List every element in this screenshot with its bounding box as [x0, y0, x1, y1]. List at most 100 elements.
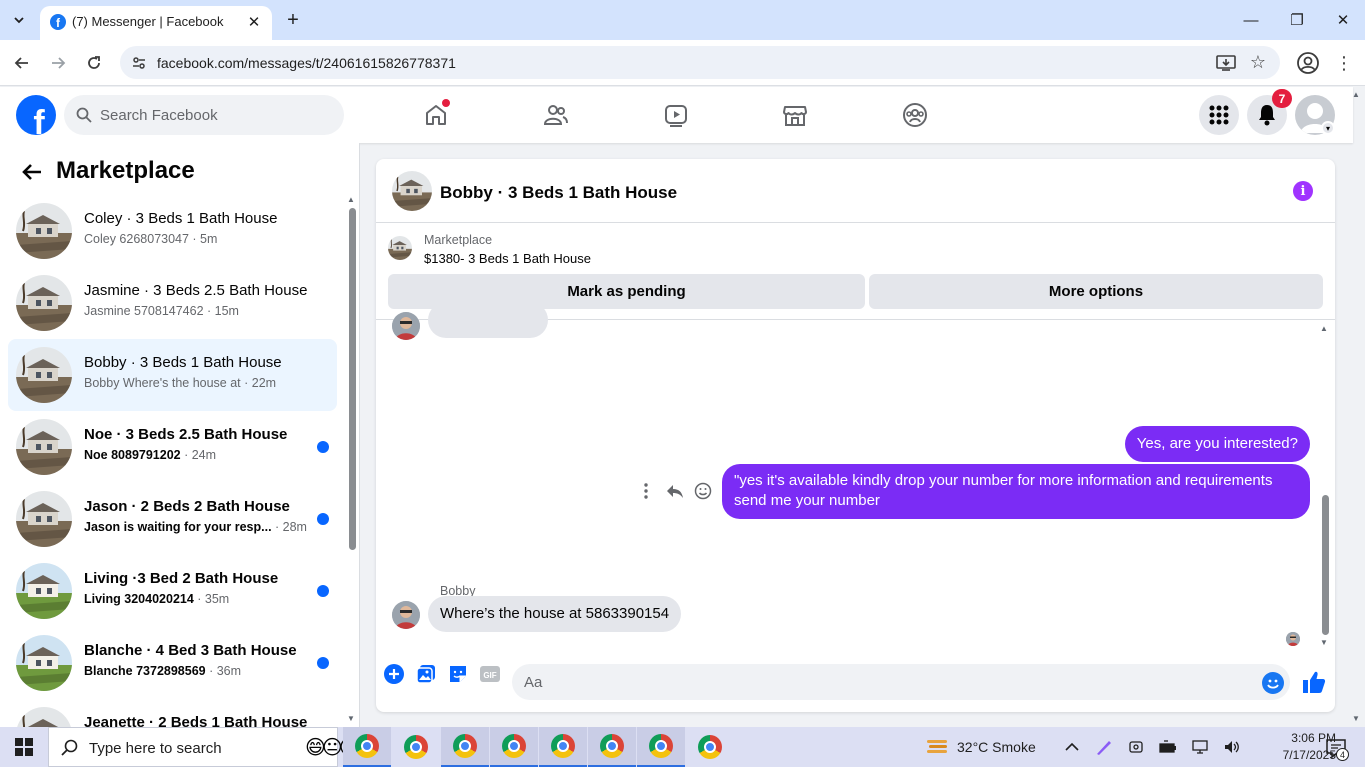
- menu-button[interactable]: [1199, 95, 1239, 135]
- emoji-icon[interactable]: [1262, 672, 1284, 694]
- conversation-title: Noe · 3 Beds 2.5 Bath House: [84, 426, 288, 443]
- restore-button[interactable]: ❐: [1282, 6, 1312, 34]
- photo-icon[interactable]: [414, 662, 438, 686]
- search-input[interactable]: [100, 95, 336, 135]
- taskbar-chrome-app[interactable]: [441, 727, 489, 767]
- taskbar-chrome-app[interactable]: [686, 727, 734, 767]
- message-input[interactable]: [512, 664, 1290, 700]
- browser-tab-active[interactable]: f (7) Messenger | Facebook ✕: [40, 6, 272, 40]
- close-window-button[interactable]: ✕: [1328, 6, 1358, 34]
- nav-home[interactable]: [406, 93, 466, 137]
- groups-icon: [903, 103, 927, 127]
- facebook-logo-icon[interactable]: f: [16, 95, 56, 135]
- back-arrow-icon[interactable]: [18, 160, 46, 184]
- scrollbar-thumb[interactable]: [349, 208, 356, 550]
- info-icon[interactable]: i: [1293, 181, 1313, 201]
- chat-title[interactable]: Bobby · 3 Beds 1 Bath House: [440, 183, 677, 203]
- minimize-button[interactable]: —: [1236, 6, 1266, 34]
- scroll-down-arrow-icon[interactable]: ▼: [1320, 638, 1328, 647]
- site-info-icon[interactable]: [130, 54, 148, 72]
- conversation-item[interactable]: Jason · 2 Beds 2 Bath House Jason is wait…: [8, 483, 337, 555]
- back-button[interactable]: [9, 50, 35, 76]
- add-attachment-icon[interactable]: [382, 662, 406, 686]
- tab-close-icon[interactable]: ✕: [244, 12, 264, 32]
- pen-icon[interactable]: [1094, 737, 1114, 757]
- thumbs-up-icon[interactable]: [1301, 669, 1327, 695]
- conversation-item[interactable]: Coley · 3 Beds 1 Bath House Coley 6268073…: [8, 195, 337, 267]
- conversation-item[interactable]: Jeanette · 2 Beds 1 Bath House: [8, 699, 337, 727]
- nav-video[interactable]: [646, 93, 706, 137]
- more-actions-icon[interactable]: [634, 479, 658, 503]
- volume-icon[interactable]: [1222, 737, 1242, 757]
- browser-menu-icon[interactable]: ⋮: [1332, 51, 1356, 75]
- conversation-item[interactable]: Bobby · 3 Beds 1 Bath House Bobby Where's…: [8, 339, 337, 411]
- message-bubble-incoming[interactable]: Where’s the house at 5863390154: [428, 596, 682, 632]
- address-bar[interactable]: facebook.com/messages/t/2406161582677837…: [120, 46, 1280, 79]
- conversation-preview-text: Jasmine 5708147462: [84, 304, 204, 318]
- conversation-item[interactable]: Living ·3 Bed 2 Bath House Living 3204020…: [8, 555, 337, 627]
- taskbar-chrome-app[interactable]: [392, 727, 440, 767]
- meet-now-icon[interactable]: [1126, 737, 1146, 757]
- bookmark-star-icon[interactable]: ☆: [1248, 52, 1268, 72]
- notification-badge: 7: [1272, 89, 1292, 108]
- taskbar-chrome-app[interactable]: [490, 727, 538, 767]
- message-bubble-outgoing[interactable]: Yes, are you interested?: [1124, 426, 1310, 462]
- svg-text:GIF: GIF: [483, 671, 496, 680]
- message-bubble-outgoing[interactable]: "yes it's available kindly drop your num…: [722, 464, 1310, 519]
- tab-search-button[interactable]: [6, 7, 32, 33]
- listing-title[interactable]: $1380- 3 Beds 1 Bath House: [424, 251, 591, 266]
- conversation-title: Jasmine · 3 Beds 2.5 Bath House: [84, 282, 308, 299]
- conversation-item[interactable]: Jasmine · 3 Beds 2.5 Bath House Jasmine 5…: [8, 267, 337, 339]
- taskbar-chrome-app[interactable]: [539, 727, 587, 767]
- network-icon[interactable]: [1190, 737, 1210, 757]
- taskbar-search[interactable]: Type here to search 😄😐😍: [48, 727, 360, 767]
- reload-button[interactable]: [81, 50, 107, 76]
- page-scroll-up-arrow-icon[interactable]: ▲: [1352, 90, 1360, 99]
- account-chevron-icon[interactable]: ▾: [1321, 121, 1335, 135]
- conversation-title: Jeanette · 2 Beds 1 Bath House: [84, 714, 308, 727]
- taskbar-chrome-app[interactable]: [343, 727, 391, 767]
- show-hidden-icons-chevron-icon[interactable]: [1062, 737, 1082, 757]
- conversation-time: · 36m: [205, 664, 242, 678]
- scrollbar-thumb[interactable]: [1322, 495, 1329, 635]
- listing-thumbnail: [16, 563, 72, 619]
- conversation-preview: Noe 8089791202 · 24m: [84, 448, 216, 462]
- react-emoji-icon[interactable]: [691, 479, 715, 503]
- weather-text[interactable]: 32°C Smoke: [957, 739, 1036, 755]
- battery-icon[interactable]: [1158, 737, 1178, 757]
- listing-avatar[interactable]: [392, 171, 432, 211]
- start-button[interactable]: [0, 727, 48, 767]
- conversation-preview: Coley 6268073047 · 5m: [84, 232, 217, 246]
- more-options-button[interactable]: More options: [869, 274, 1323, 309]
- new-tab-button[interactable]: +: [281, 8, 305, 32]
- grid-menu-icon: [1209, 105, 1229, 125]
- sticker-icon[interactable]: [446, 662, 470, 686]
- unread-dot: [317, 441, 329, 453]
- tab-title: (7) Messenger | Facebook: [72, 14, 224, 29]
- taskbar-chrome-app[interactable]: [637, 727, 685, 767]
- chrome-icon: [600, 734, 624, 758]
- reply-icon[interactable]: [663, 479, 687, 503]
- sender-avatar[interactable]: [392, 601, 420, 629]
- conversation-item[interactable]: Blanche · 4 Bed 3 Bath House Blanche 7372…: [8, 627, 337, 699]
- conversation-item[interactable]: Noe · 3 Beds 2.5 Bath House Noe 808979120…: [8, 411, 337, 483]
- nav-groups[interactable]: [885, 93, 945, 137]
- listing-thumbnail: [16, 635, 72, 691]
- nav-friends[interactable]: [526, 93, 586, 137]
- forward-button[interactable]: [45, 50, 71, 76]
- gif-icon[interactable]: GIF: [478, 662, 502, 686]
- nav-marketplace[interactable]: [765, 93, 825, 137]
- scroll-up-arrow-icon[interactable]: ▲: [347, 195, 355, 204]
- chrome-icon: [649, 734, 673, 758]
- page-scroll-down-arrow-icon[interactable]: ▼: [1352, 714, 1360, 723]
- chrome-icon: [355, 734, 379, 758]
- profile-icon[interactable]: [1296, 51, 1320, 75]
- message-bubble-partial[interactable]: [428, 302, 548, 338]
- chrome-icon: [453, 734, 477, 758]
- scroll-down-arrow-icon[interactable]: ▼: [347, 714, 355, 723]
- scroll-up-arrow-icon[interactable]: ▲: [1320, 324, 1328, 333]
- install-app-icon[interactable]: [1216, 54, 1236, 72]
- message-composer: GIF: [376, 650, 1335, 712]
- taskbar-chrome-app[interactable]: [588, 727, 636, 767]
- listing-thumbnail[interactable]: [388, 236, 412, 260]
